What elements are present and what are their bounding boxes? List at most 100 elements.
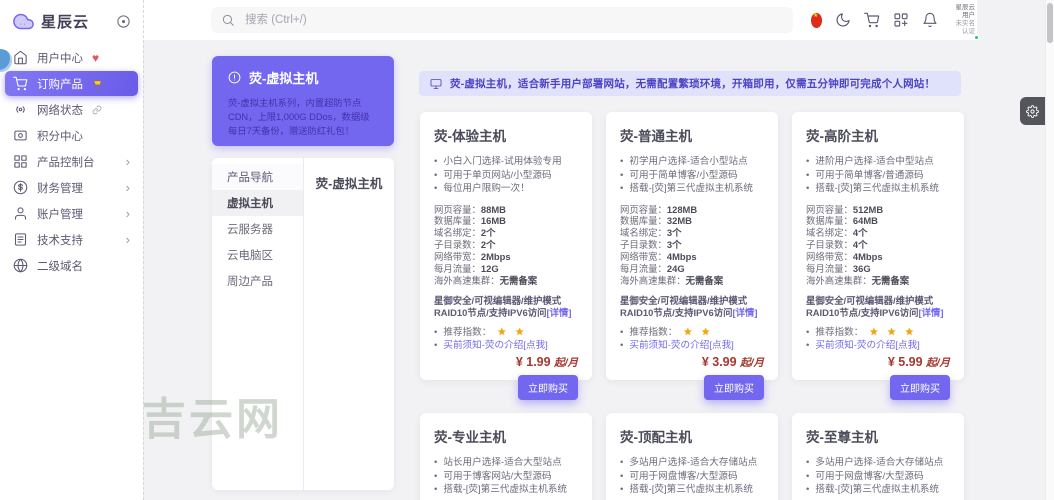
sidebar-item-label: 订购产品	[37, 78, 83, 91]
sidebar-item-support[interactable]: 技术支持 ›	[5, 227, 138, 252]
cart-icon[interactable]	[864, 12, 880, 28]
cart-icon	[13, 76, 28, 91]
notice-banner: 荧-虚拟主机，适合新手用户部署网站，无需配置繁琐环境，开箱即用，仅需五分钟即可完…	[419, 71, 961, 96]
product-nav-item-vhost[interactable]: 虚拟主机	[212, 190, 303, 216]
sidebar-item-network-status[interactable]: 网络状态	[5, 97, 138, 122]
product-card-dingpei: 荧-顶配主机 多站用户选择-适合大存储站点 可用于网盘博客/大型源码 搭载-[荧…	[606, 413, 778, 500]
card-bullet: 可用于简单博客/普通源码	[806, 169, 950, 183]
user-name: 星辰云用户	[955, 4, 976, 19]
product-nav-panel: 产品导航 虚拟主机 云服务器 云电脑区 周边产品 荧-虚拟主机	[212, 158, 394, 490]
user-chip[interactable]: 星辰云用户 未实名认证	[951, 4, 979, 40]
product-nav-header: 产品导航	[212, 164, 303, 190]
spec-list: 网页容量：128MB 数据库量：32MB 域名绑定：3个 子目录数：3个 网络带…	[620, 203, 724, 286]
product-card-zhuanye: 荧-专业主机 站长用户选择-适合大型站点 可用于博客网站/大型源码 搭载-[荧]…	[420, 413, 592, 500]
sidebar-item-label: 产品控制台	[37, 156, 95, 169]
buy-button[interactable]: 立即购买	[890, 375, 950, 401]
card-meta: 推荐指数：★ ★ ★ 买前须知-荧の介绍[点我]	[806, 326, 950, 352]
spec-list: 网页容量：512MB 数据库量：64MB 域名绑定：4个 子目录数：4个 网络带…	[806, 203, 910, 286]
card-bullet: 搭载-[荧]第三代虚拟主机系统	[620, 483, 764, 497]
globe-icon	[13, 258, 28, 273]
chevron-right-icon: ›	[125, 232, 130, 247]
scrollbar-thumb[interactable]	[1047, 3, 1053, 43]
heart-icon: ♥	[92, 50, 100, 65]
rating-stars: ★ ★	[497, 327, 528, 339]
bell-icon[interactable]	[922, 12, 938, 28]
grid-icon	[13, 154, 28, 169]
details-link[interactable]: [详情]	[547, 307, 572, 318]
search-input[interactable]	[243, 13, 783, 27]
feature-lines: 星御安全/可视编辑器/维护模式 RAID10节点/支持IPV6访问[详情]	[806, 294, 944, 319]
search-icon	[221, 13, 235, 27]
buy-notice-link[interactable]: 买前须知-荧の介绍[点我]	[815, 339, 919, 352]
card-bullet: 每位用户限购一次！	[434, 182, 578, 196]
product-card-zhizun: 荧-至尊主机 多站用户选择-适合大存储站点 可用于网盘博客/大型源码 搭载-[荧…	[792, 413, 964, 500]
product-nav-list: 产品导航 虚拟主机 云服务器 云电脑区 周边产品	[212, 158, 304, 490]
product-card-tiyan: 荧-体验主机 小白入门选择-试用体验专用 可用于单页网站/小型源码 每位用户限购…	[420, 112, 592, 401]
product-nav-active-tab-title: 荧-虚拟主机	[315, 177, 383, 191]
rating-stars: ★ ★	[683, 327, 714, 339]
notice-text: 荧-虚拟主机，适合新手用户部署网站，无需配置繁琐环境，开箱即用，仅需五分钟即可完…	[450, 78, 936, 90]
user-role: 未实名认证	[955, 20, 976, 35]
buy-button[interactable]: 立即购买	[518, 375, 578, 401]
cloud-logo-icon	[13, 13, 34, 30]
card-bullet: 小白入门选择-试用体验专用	[434, 155, 578, 169]
signal-icon	[13, 102, 28, 117]
sidebar-divider	[143, 0, 144, 500]
card-bullet: 可用于网盘博客/大型源码	[620, 470, 764, 484]
card-meta: 推荐指数：★ ★ 买前须知-荧の介绍[点我]	[620, 326, 764, 352]
card-bullet: 可用于博客网站/大型源码	[434, 470, 578, 484]
sidebar-item-points-center[interactable]: 积分中心	[5, 123, 138, 148]
sidebar-item-label: 积分中心	[37, 130, 83, 143]
details-link[interactable]: [详情]	[733, 307, 758, 318]
product-nav-item-cloud-server[interactable]: 云服务器	[212, 216, 303, 242]
hero-title: 荧-虚拟主机	[249, 71, 319, 86]
sidebar-menu: 用户中心 ♥ 订购产品 网络状态 积分中心 产品控制台 › 财务管理 › 账户管…	[0, 42, 143, 281]
monitor-icon	[430, 78, 442, 90]
sidebar-item-order-products[interactable]: 订购产品	[5, 71, 138, 96]
buy-notice-link[interactable]: 买前须知-荧の介绍[点我]	[629, 339, 733, 352]
chevron-right-icon: ›	[125, 206, 130, 221]
sidebar-item-user-center[interactable]: 用户中心 ♥	[5, 45, 138, 70]
product-nav-item-cloud-pc[interactable]: 云电脑区	[212, 242, 303, 268]
sidebar-pin-icon[interactable]	[116, 14, 131, 29]
chevron-right-icon: ›	[125, 154, 130, 169]
product-card-putong: 荧-普通主机 初学用户选择-适合小型站点 可用于简单博客/小型源码 搭载-[荧]…	[606, 112, 778, 401]
settings-fab[interactable]	[1020, 97, 1045, 125]
user-icon	[13, 206, 28, 221]
price: ¥ 3.99 起/月	[701, 355, 764, 370]
sidebar-item-finance[interactable]: 财务管理 ›	[5, 175, 138, 200]
sidebar-item-account[interactable]: 账户管理 ›	[5, 201, 138, 226]
scan-icon	[13, 128, 28, 143]
card-bullet: 搭载-[荧]第三代虚拟主机系统	[806, 483, 950, 497]
language-flag-icon[interactable]: ★	[811, 12, 823, 28]
product-nav-item-peripheral[interactable]: 周边产品	[212, 268, 303, 294]
buy-button[interactable]: 立即购买	[704, 375, 764, 401]
sidebar: 星辰云 用户中心 ♥ 订购产品 网络状态 积分中心 产品控制台 › 财务管理 ›…	[0, 0, 143, 500]
sidebar-item-label: 技术支持	[37, 234, 83, 247]
details-link[interactable]: [详情]	[919, 307, 944, 318]
rating-stars: ★ ★ ★	[869, 327, 917, 339]
dark-mode-icon[interactable]	[835, 12, 851, 28]
sidebar-item-product-console[interactable]: 产品控制台 ›	[5, 149, 138, 174]
hero-description: 荧-虚拟主机系列，内置超防节点CDN，上限1,000G DDos，数据级每日7天…	[228, 98, 370, 136]
feature-lines: 星御安全/可视编辑器/维护模式 RAID10节点/支持IPV6访问[详情]	[620, 294, 758, 319]
sidebar-item-subdomain[interactable]: 二级域名	[5, 253, 138, 278]
home-icon	[13, 50, 28, 65]
scrollbar[interactable]	[1045, 0, 1054, 500]
buy-notice-link[interactable]: 买前须知-荧の介绍[点我]	[443, 339, 547, 352]
app-root: 星辰云 用户中心 ♥ 订购产品 网络状态 积分中心 产品控制台 › 财务管理 ›…	[0, 0, 1054, 500]
price: ¥ 1.99 起/月	[515, 355, 578, 370]
sidebar-item-label: 账户管理	[37, 208, 83, 221]
card-bullet: 搭载-[荧]第三代虚拟主机系统	[620, 182, 764, 196]
search-box[interactable]	[211, 7, 793, 33]
card-bullet: 可用于网盘博客/大型源码	[806, 470, 950, 484]
product-card-gaojie: 荧-高阶主机 进阶用户选择-适合中型站点 可用于简单博客/普通源码 搭载-[荧]…	[792, 112, 964, 401]
card-title: 荧-专业主机	[434, 430, 506, 445]
online-status-dot	[974, 35, 979, 40]
card-title: 荧-体验主机	[434, 129, 506, 144]
spec-list: 网页容量：88MB 数据库量：16MB 域名绑定：2个 子目录数：2个 网络带宽…	[434, 203, 538, 286]
topbar-icons: ★ 星辰云用户 未实名认证	[811, 0, 979, 40]
brand[interactable]: 星辰云	[0, 0, 143, 42]
apps-grid-icon[interactable]	[893, 12, 909, 28]
topbar: ★ 星辰云用户 未实名认证	[143, 0, 979, 40]
